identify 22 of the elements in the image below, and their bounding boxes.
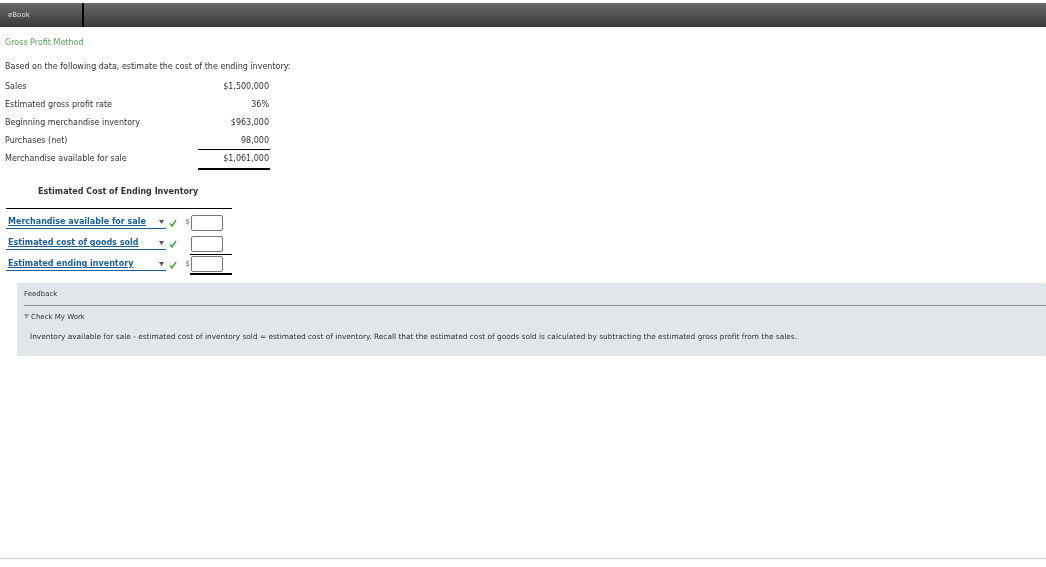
data-label: Purchases (net) (5, 135, 69, 147)
data-value: $1,500,000 (222, 81, 270, 93)
data-label: Merchandise available for sale (5, 153, 128, 165)
account-dropdown[interactable]: Merchandise available for sale (6, 216, 166, 229)
data-label: Sales (5, 81, 28, 93)
caret-icon (159, 262, 164, 266)
answer-table-title: Estimated Cost of Ending Inventory (38, 186, 200, 198)
data-label: Estimated gross profit rate (5, 99, 113, 111)
data-value: 36% (250, 99, 270, 111)
data-value: $963,000 (229, 117, 270, 129)
caret-icon (159, 241, 164, 245)
account-dropdown[interactable]: Estimated ending inventory (6, 258, 166, 271)
data-value: $1,061,000 (198, 148, 270, 170)
problem-title: Gross Profit Method (5, 37, 85, 49)
amount-field[interactable] (191, 256, 223, 272)
data-value: 98,000 (240, 135, 270, 147)
problem-intro: Based on the following data, estimate the cost of the ending inventory: (5, 61, 292, 73)
amount-field[interactable] (191, 214, 223, 231)
amount-field[interactable] (191, 235, 223, 252)
data-label: Beginning merchandise inventory (5, 117, 142, 129)
caret-icon (159, 220, 164, 224)
account-dropdown[interactable]: Estimated cost of goods sold (6, 237, 166, 250)
